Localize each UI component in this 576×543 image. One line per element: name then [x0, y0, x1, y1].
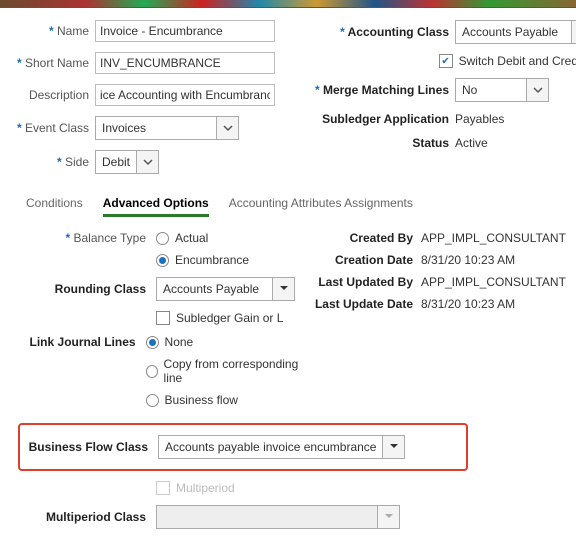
chevron-down-icon[interactable]	[382, 436, 404, 458]
last-updated-by-value: APP_IMPL_CONSULTANT	[421, 275, 566, 289]
merge-value: No	[456, 83, 526, 97]
rounding-class-value: Accounts Payable	[157, 282, 272, 296]
tab-advanced-options[interactable]: Advanced Options	[103, 196, 209, 217]
link-journal-lines-label: Link Journal Lines	[26, 335, 146, 349]
description-input[interactable]	[95, 84, 275, 106]
business-flow-class-select[interactable]: Accounts payable invoice encumbrance	[158, 435, 405, 459]
subledger-application-value: Payables	[455, 112, 504, 126]
side-value: Debit	[96, 155, 136, 169]
event-class-value: Invoices	[96, 121, 216, 135]
subledger-gain-label: Subledger Gain or L	[176, 311, 283, 325]
balance-type-encumbrance-label: Encumbrance	[175, 253, 249, 267]
created-by-value: APP_IMPL_CONSULTANT	[421, 231, 566, 245]
chevron-down-icon[interactable]	[216, 117, 238, 139]
status-label: Status	[310, 136, 455, 150]
accounting-class-label: Accounting Class	[310, 25, 455, 39]
status-value: Active	[455, 136, 488, 150]
form-area: Name Short Name Description Event Class …	[0, 8, 576, 529]
last-update-date-label: Last Update Date	[306, 297, 421, 311]
accounting-class-value: Accounts Payable	[456, 25, 571, 39]
event-class-label: Event Class	[10, 121, 95, 135]
side-select[interactable]: Debit	[95, 150, 159, 174]
business-flow-class-value: Accounts payable invoice encumbrance	[159, 440, 382, 454]
name-input[interactable]	[95, 20, 275, 42]
last-updated-by-label: Last Updated By	[306, 275, 421, 289]
switch-debit-credit-label: Switch Debit and Credit	[459, 54, 576, 68]
metadata-panel: Created By APP_IMPL_CONSULTANT Creation …	[306, 231, 566, 417]
link-copy-radio[interactable]	[146, 365, 158, 378]
last-update-date-value: 8/31/20 10:23 AM	[421, 297, 515, 311]
rounding-class-select[interactable]: Accounts Payable	[156, 277, 295, 301]
multiperiod-checkbox	[156, 481, 170, 495]
balance-type-actual-radio[interactable]	[156, 232, 169, 245]
creation-date-label: Creation Date	[306, 253, 421, 267]
tab-bar: Conditions Advanced Options Accounting A…	[26, 196, 566, 217]
multiperiod-class-label: Multiperiod Class	[26, 510, 156, 524]
balance-type-encumbrance-radio[interactable]	[156, 254, 169, 267]
multiperiod-label: Multiperiod	[176, 481, 235, 495]
chevron-down-icon	[377, 506, 399, 528]
subledger-application-label: Subledger Application	[310, 112, 455, 126]
subledger-gain-checkbox[interactable]	[156, 311, 170, 325]
link-none-radio[interactable]	[146, 336, 159, 349]
business-flow-class-label: Business Flow Class	[28, 440, 158, 454]
creation-date-value: 8/31/20 10:23 AM	[421, 253, 515, 267]
name-label: Name	[10, 24, 95, 38]
side-label: Side	[10, 155, 95, 169]
chevron-down-icon[interactable]	[526, 79, 548, 101]
switch-debit-credit-checkbox[interactable]	[439, 54, 453, 68]
rounding-class-label: Rounding Class	[26, 282, 156, 296]
description-label: Description	[10, 88, 95, 102]
balance-type-label: Balance Type	[26, 231, 156, 245]
created-by-label: Created By	[306, 231, 421, 245]
chevron-down-icon[interactable]	[571, 21, 576, 43]
short-name-label: Short Name	[10, 56, 95, 70]
merge-matching-lines-select[interactable]: No	[455, 78, 549, 102]
multiperiod-class-select	[156, 505, 400, 529]
business-flow-class-highlight: Business Flow Class Accounts payable inv…	[18, 423, 468, 471]
short-name-input[interactable]	[95, 52, 275, 74]
balance-type-actual-label: Actual	[175, 231, 208, 245]
link-none-label: None	[165, 335, 194, 349]
chevron-down-icon[interactable]	[272, 278, 294, 300]
event-class-select[interactable]: Invoices	[95, 116, 239, 140]
merge-matching-lines-label: Merge Matching Lines	[310, 83, 455, 97]
link-copy-label: Copy from corresponding line	[164, 357, 306, 385]
link-business-flow-radio[interactable]	[146, 394, 159, 407]
link-business-flow-label: Business flow	[165, 393, 238, 407]
tab-accounting-attributes[interactable]: Accounting Attributes Assignments	[229, 196, 413, 217]
chevron-down-icon[interactable]	[136, 151, 158, 173]
decorative-top-bar	[0, 0, 576, 8]
tab-conditions[interactable]: Conditions	[26, 196, 83, 217]
accounting-class-select[interactable]: Accounts Payable	[455, 20, 576, 44]
